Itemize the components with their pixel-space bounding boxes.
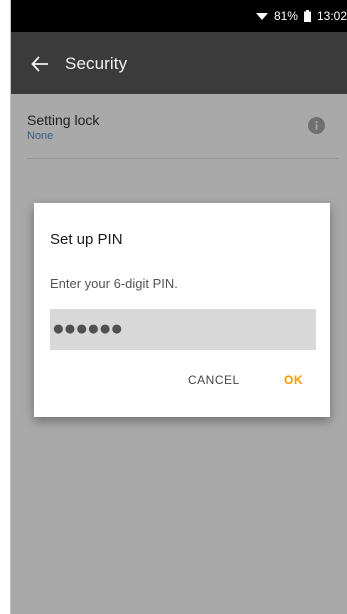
set-up-pin-dialog: Set up PIN Enter your 6-digit PIN. ●●●●●…	[34, 203, 330, 417]
dialog-title: Set up PIN	[50, 231, 123, 248]
cancel-button[interactable]: CANCEL	[188, 373, 240, 387]
battery-icon	[303, 10, 311, 22]
ok-button[interactable]: OK	[284, 373, 303, 387]
clock: 13:02	[316, 9, 347, 23]
status-indicators: 81% 13:02	[255, 0, 347, 32]
battery-percent: 81%	[273, 9, 298, 23]
back-arrow-icon[interactable]	[31, 55, 49, 73]
left-edge	[0, 0, 11, 614]
setting-lock-title[interactable]: Setting lock	[27, 112, 99, 128]
dialog-message: Enter your 6-digit PIN.	[50, 276, 178, 291]
info-icon[interactable]	[308, 117, 325, 134]
divider	[27, 158, 339, 159]
pin-masked-value: ●●●●●●	[52, 317, 123, 340]
page-title: Security	[65, 54, 128, 73]
wifi-icon	[255, 11, 268, 21]
setting-lock-value: None	[27, 130, 54, 142]
app-bar: Security	[11, 32, 347, 94]
device-screen: 81% 13:02 Security Setting lock None Set…	[11, 0, 347, 614]
pin-input[interactable]: ●●●●●●	[50, 309, 316, 350]
status-bar: 81% 13:02	[11, 0, 347, 32]
